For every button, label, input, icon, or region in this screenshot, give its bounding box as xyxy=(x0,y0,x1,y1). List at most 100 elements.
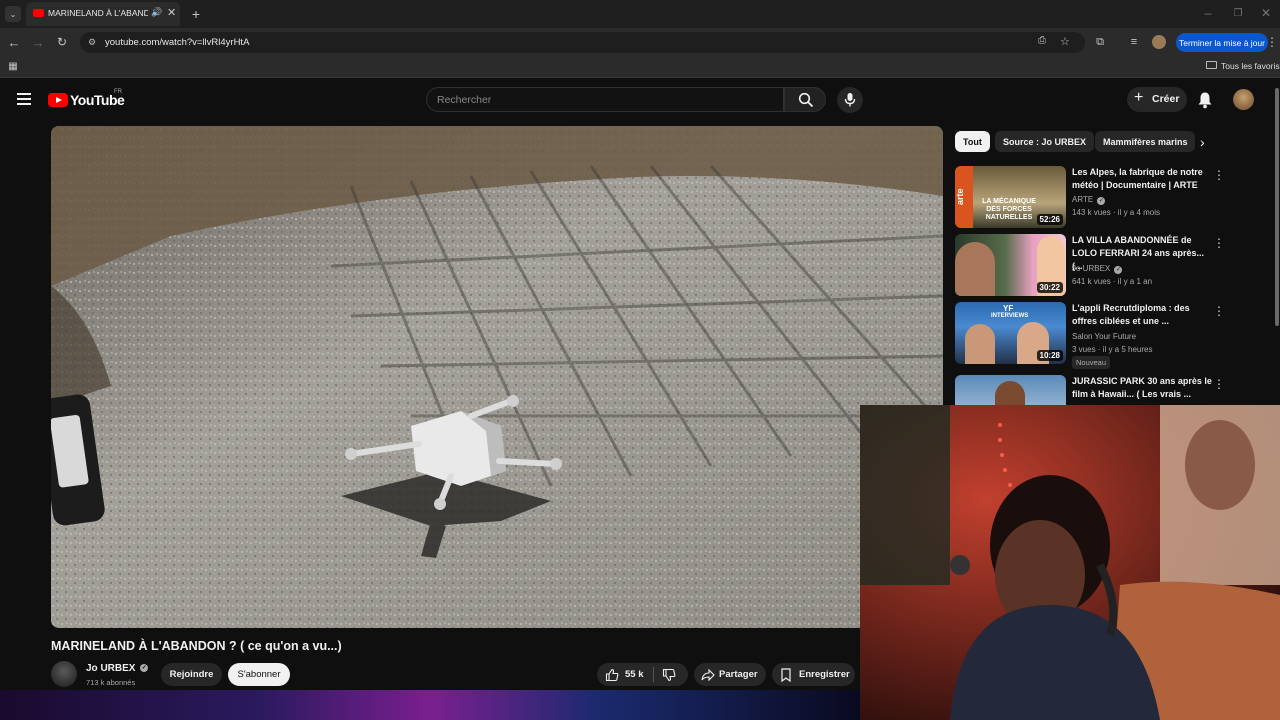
streamer-overlay-banner xyxy=(0,690,860,720)
hamburger-menu-icon[interactable] xyxy=(17,93,31,105)
new-tab-icon[interactable]: + xyxy=(188,6,204,22)
more-options-icon[interactable]: ⋮ xyxy=(1213,236,1225,250)
recommendation-channel[interactable]: Salon Your Future xyxy=(1072,332,1136,341)
region-code: FR xyxy=(114,89,122,95)
thumbnail-person xyxy=(995,381,1025,405)
new-badge: Nouveau xyxy=(1072,356,1111,369)
tab-close-icon[interactable]: ✕ xyxy=(167,6,176,19)
voice-search-button[interactable] xyxy=(837,87,863,113)
video-thumbnail[interactable]: 30:22 xyxy=(955,234,1066,296)
subscribe-button[interactable]: S'abonner xyxy=(228,663,290,686)
more-options-icon[interactable]: ⋮ xyxy=(1213,377,1225,391)
maximize-icon[interactable]: ❐ xyxy=(1230,6,1246,20)
channel-name-label: Jo URBEX xyxy=(86,663,136,674)
video-frame-drone-on-gravel xyxy=(51,126,943,628)
create-label: Créer xyxy=(1152,93,1180,105)
address-toolbar: ← → ↻ ⚙ youtube.com/watch?v=llvRl4yrHtA … xyxy=(0,28,1280,56)
recommendation-title[interactable]: Les Alpes, la fabrique de notre météo | … xyxy=(1072,166,1212,192)
like-button[interactable]: 55 k xyxy=(600,663,652,686)
video-player[interactable] xyxy=(51,126,943,628)
install-app-icon[interactable]: ⎙ xyxy=(1038,35,1046,46)
profile-avatar[interactable] xyxy=(1152,35,1166,49)
verified-check-icon: ✓ xyxy=(1114,266,1123,274)
reading-list-icon[interactable]: ≡ xyxy=(1126,34,1142,50)
tab-audio-icon[interactable]: 🔊 xyxy=(151,7,162,18)
minimize-icon[interactable]: – xyxy=(1200,6,1216,20)
back-icon[interactable]: ← xyxy=(6,34,22,50)
verified-check-icon: ✓ xyxy=(1097,197,1106,205)
plus-icon: + xyxy=(1134,89,1144,106)
recommendation-channel[interactable]: Jo URBEX ✓ xyxy=(1072,264,1123,274)
all-bookmarks-label[interactable]: Tous les favoris xyxy=(1221,61,1280,71)
share-arrow-icon xyxy=(701,669,715,681)
search-input[interactable]: Rechercher xyxy=(426,87,784,112)
channel-name: Jo URBEX xyxy=(1072,264,1111,273)
url-text: youtube.com/watch?v=llvRl4yrHtA xyxy=(105,37,250,48)
extensions-icon[interactable]: ⧉ xyxy=(1092,34,1108,50)
youtube-favicon-icon xyxy=(33,9,44,17)
recommendation-title[interactable]: JURASSIC PARK 30 ans après le film à Haw… xyxy=(1072,375,1212,401)
finish-update-button[interactable]: Terminer la mise à jour xyxy=(1176,33,1268,52)
chips-next-chevron-icon[interactable]: › xyxy=(1200,134,1205,150)
channel-avatar[interactable] xyxy=(51,661,77,687)
youtube-play-icon xyxy=(48,93,68,107)
video-thumbnail[interactable] xyxy=(955,375,1066,405)
create-button[interactable]: + Créer xyxy=(1127,87,1187,112)
chip-source[interactable]: Source : Jo URBEX xyxy=(995,131,1095,152)
apps-grid-icon[interactable]: ▦ xyxy=(6,59,20,73)
recommendation-item[interactable]: 30:22 LA VILLA ABANDONNÉE de LOLO FERRAR… xyxy=(955,234,1275,300)
browser-tab-bar: ⌄ MARINELAND À L'ABANDON ? ( ce qu'on a … xyxy=(0,0,1280,28)
more-options-icon[interactable]: ⋮ xyxy=(1213,168,1225,182)
all-bookmarks-folder-icon xyxy=(1206,61,1217,69)
like-divider xyxy=(653,667,654,682)
search-button[interactable] xyxy=(784,87,826,112)
chip-marine-mammals-label: Mammifères marins xyxy=(1103,136,1188,147)
microphone-icon xyxy=(844,93,856,107)
video-duration: 52:26 xyxy=(1036,214,1063,225)
bookmark-icon xyxy=(781,668,791,682)
thumbnail-person-left xyxy=(965,324,995,364)
save-label: Enregistrer xyxy=(799,669,850,680)
share-button[interactable]: Partager xyxy=(694,663,766,686)
webcam-overlay xyxy=(860,405,1280,720)
share-label: Partager xyxy=(719,669,758,680)
reload-icon[interactable]: ↻ xyxy=(54,34,70,50)
page-scrollbar[interactable] xyxy=(1275,88,1279,326)
recommendation-title[interactable]: L'appli Recrutdiploma : des offres ciblé… xyxy=(1072,302,1212,328)
verified-check-icon: ✓ xyxy=(140,664,149,673)
recommendation-channel[interactable]: ARTE ✓ xyxy=(1072,195,1106,205)
recommendation-item[interactable]: JURASSIC PARK 30 ans après le film à Haw… xyxy=(955,375,1275,405)
save-button[interactable]: Enregistrer xyxy=(772,663,855,686)
more-options-icon[interactable]: ⋮ xyxy=(1213,304,1225,318)
chip-marine-mammals[interactable]: Mammifères marins xyxy=(1095,131,1195,152)
thumbnail-caption: INTERVIEWS xyxy=(991,313,1029,319)
video-thumbnail[interactable]: YF INTERVIEWS 10:28 xyxy=(955,302,1066,364)
join-button[interactable]: Rejoindre xyxy=(161,663,222,686)
recommendation-meta: 641 k vues · il y a 1 an xyxy=(1072,277,1153,286)
notifications-bell-icon[interactable] xyxy=(1197,91,1213,109)
video-duration: 30:22 xyxy=(1036,282,1063,293)
recommendation-item[interactable]: arte LA MÉCANIQUE DES FORCES NATURELLES … xyxy=(955,166,1275,232)
thumbnail-caption: LA MÉCANIQUE DES FORCES NATURELLES xyxy=(982,198,1036,221)
recommendation-item[interactable]: YF INTERVIEWS 10:28 L'appli Recrutdiplom… xyxy=(955,302,1275,372)
recommendation-meta: 3 vues · il y a 5 heures xyxy=(1072,345,1153,354)
thumbs-down-icon[interactable] xyxy=(662,668,676,682)
tab-list-icon[interactable]: ⌄ xyxy=(5,6,21,22)
video-thumbnail[interactable]: arte LA MÉCANIQUE DES FORCES NATURELLES … xyxy=(955,166,1066,228)
address-bar[interactable]: ⚙ youtube.com/watch?v=llvRl4yrHtA ⎙ ☆ xyxy=(80,32,1085,53)
forward-icon[interactable]: → xyxy=(30,34,46,50)
webcam-frame-streamer xyxy=(860,405,1280,720)
search-placeholder: Rechercher xyxy=(437,94,492,106)
bookmark-star-icon[interactable]: ☆ xyxy=(1060,35,1070,48)
video-title: MARINELAND À L'ABANDON ? ( ce qu'on a vu… xyxy=(51,639,342,653)
browser-tab[interactable]: MARINELAND À L'ABANDON ? ( ce qu'on a vu… xyxy=(26,2,180,26)
yf-brand-label: YF xyxy=(1003,304,1014,313)
chip-all[interactable]: Tout xyxy=(955,131,990,152)
channel-name[interactable]: Jo URBEX ✓ xyxy=(86,663,149,674)
arte-logo-badge: arte xyxy=(955,166,973,228)
thumbnail-face-left xyxy=(955,242,995,296)
site-info-icon[interactable]: ⚙ xyxy=(88,37,96,48)
account-avatar[interactable] xyxy=(1233,89,1254,110)
like-count: 55 k xyxy=(625,669,644,680)
window-close-icon[interactable]: ✕ xyxy=(1258,6,1274,20)
